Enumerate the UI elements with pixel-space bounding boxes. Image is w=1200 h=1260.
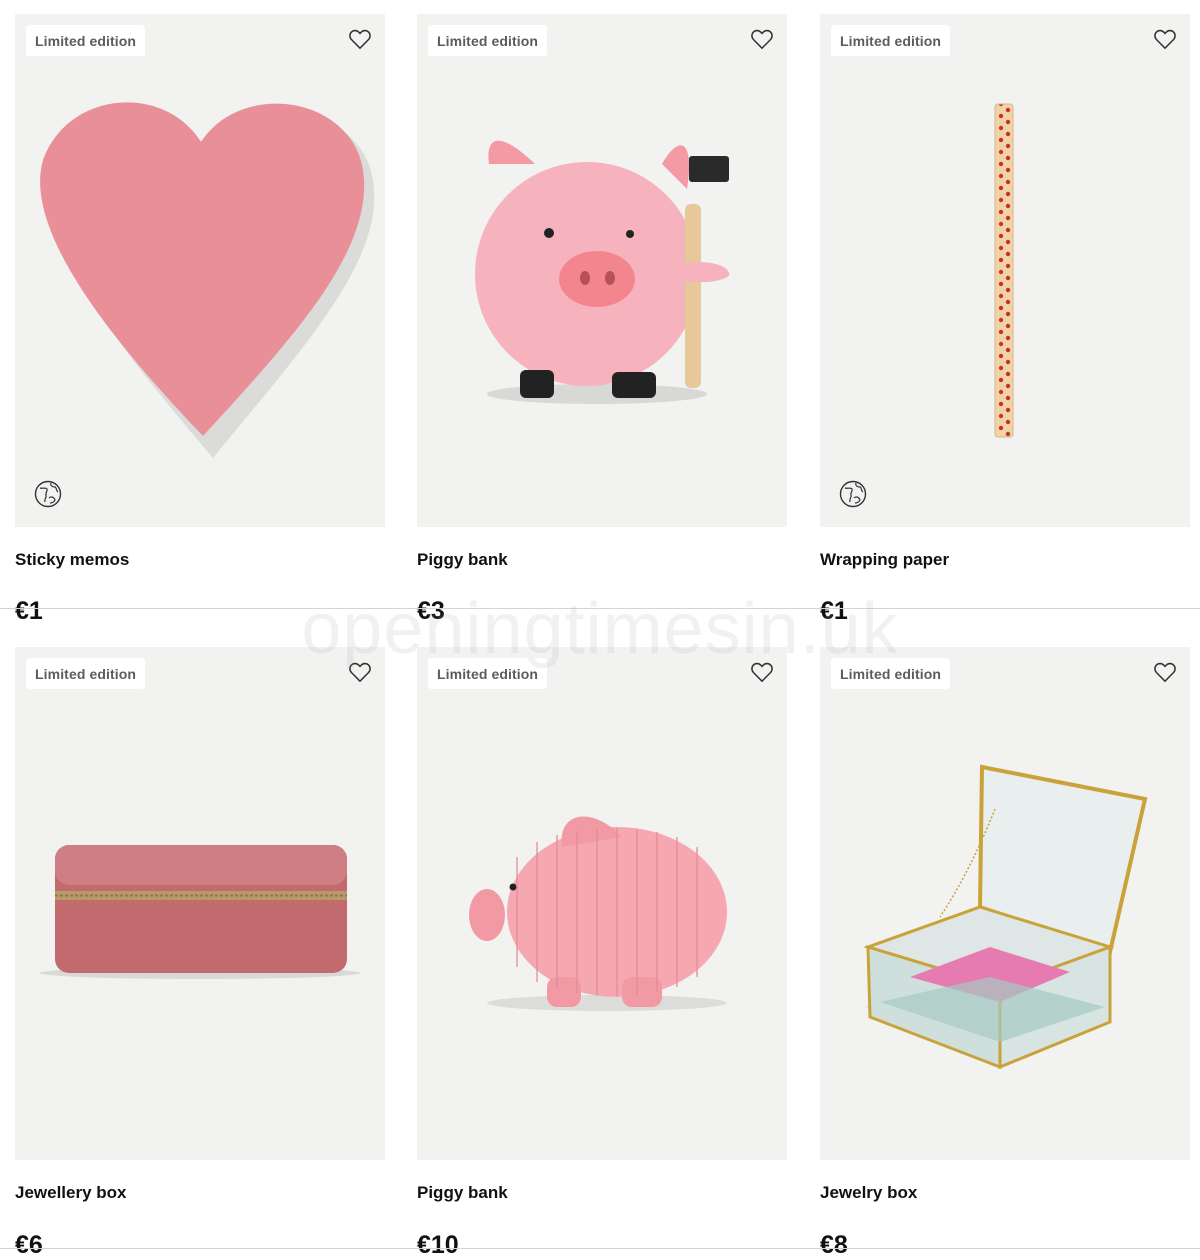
product-name[interactable]: Piggy bank bbox=[417, 1183, 508, 1203]
product-card[interactable]: Limited edition Jewelry box €8 bbox=[820, 647, 1190, 1259]
product-price: €1 bbox=[820, 597, 848, 622]
product-card[interactable]: Limited edition Piggy bank €10 bbox=[417, 647, 787, 1259]
product-image[interactable]: Limited edition bbox=[417, 647, 787, 1160]
velvet-jewellery-box-image bbox=[40, 845, 360, 979]
limited-edition-badge: Limited edition bbox=[428, 25, 548, 56]
limited-edition-badge: Limited edition bbox=[428, 658, 548, 689]
limited-edition-badge: Limited edition bbox=[26, 25, 146, 56]
product-price: €3 bbox=[417, 597, 445, 622]
product-card[interactable]: Limited edition Sticky memos €1 bbox=[15, 14, 385, 622]
glass-jewelry-box-image bbox=[863, 764, 1148, 1070]
product-price: €6 bbox=[15, 1231, 43, 1259]
product-name[interactable]: Wrapping paper bbox=[820, 550, 949, 570]
sticky-memos-image bbox=[40, 102, 375, 459]
product-name[interactable]: Jewelry box bbox=[820, 1183, 917, 1203]
product-price: €8 bbox=[820, 1231, 848, 1259]
heart-outline-icon[interactable] bbox=[749, 26, 775, 52]
heart-outline-icon[interactable] bbox=[1152, 659, 1178, 685]
product-name[interactable]: Sticky memos bbox=[15, 550, 129, 570]
product-image[interactable]: Limited edition bbox=[820, 14, 1190, 527]
product-image[interactable]: Limited edition bbox=[820, 647, 1190, 1160]
product-image[interactable]: Limited edition bbox=[15, 647, 385, 1160]
row-divider bbox=[0, 1248, 1200, 1249]
limited-edition-badge: Limited edition bbox=[831, 658, 951, 689]
heart-outline-icon[interactable] bbox=[347, 659, 373, 685]
limited-edition-badge: Limited edition bbox=[26, 658, 146, 689]
product-image[interactable]: Limited edition bbox=[15, 14, 385, 527]
heart-outline-icon[interactable] bbox=[749, 659, 775, 685]
product-card[interactable]: Limited edition Wrapping paper €1 bbox=[820, 14, 1190, 622]
limited-edition-badge: Limited edition bbox=[831, 25, 951, 56]
plush-piggy-bank-image bbox=[469, 816, 727, 1011]
product-name[interactable]: Piggy bank bbox=[417, 550, 508, 570]
heart-outline-icon[interactable] bbox=[1152, 26, 1178, 52]
product-card[interactable]: Limited edition Piggy bank €3 bbox=[417, 14, 787, 622]
product-price: €10 bbox=[417, 1231, 459, 1259]
heart-outline-icon[interactable] bbox=[347, 26, 373, 52]
product-price: €1 bbox=[15, 597, 43, 622]
row-divider bbox=[0, 608, 1200, 609]
piggy-bank-ceramic-image bbox=[475, 140, 730, 404]
product-image[interactable]: Limited edition bbox=[417, 14, 787, 527]
product-card[interactable]: Limited edition Jewellery box €6 bbox=[15, 647, 385, 1259]
globe-leaf-icon bbox=[839, 480, 867, 508]
globe-leaf-icon bbox=[34, 480, 62, 508]
wrapping-paper-roll-image bbox=[994, 103, 1014, 438]
product-name[interactable]: Jewellery box bbox=[15, 1183, 127, 1203]
